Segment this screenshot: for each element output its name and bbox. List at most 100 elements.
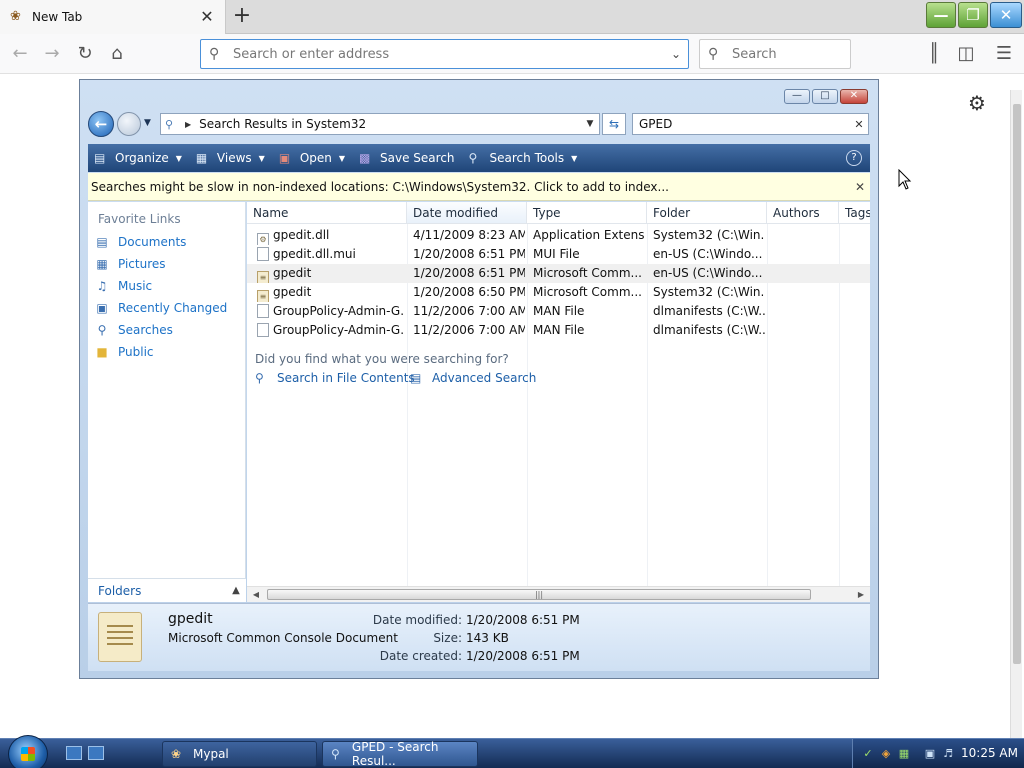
file-icon	[257, 247, 269, 261]
infobar-message: Searches might be slow in non-indexed lo…	[91, 179, 669, 194]
close-icon[interactable]: ✕	[850, 180, 870, 194]
network-icon[interactable]: ▦	[897, 747, 911, 761]
maximize-window-icon[interactable]: □	[812, 89, 838, 104]
reload-icon[interactable]: ↻	[73, 42, 97, 66]
column-header-date-modified[interactable]: Date modified	[407, 202, 527, 224]
search-icon: ⚲	[209, 46, 220, 62]
restore-window-icon[interactable]: ❐	[958, 2, 988, 28]
table-row-selected[interactable]: ≡ gpedit 1/20/2008 6:51 PM Microsoft Comm…	[247, 264, 870, 283]
security-icon[interactable]: ✓	[861, 747, 875, 761]
views-icon: ▦	[195, 151, 208, 165]
taskbar-item-mypal[interactable]: ❀ Mypal	[162, 741, 317, 767]
taskbar-item-explorer[interactable]: ⚲ GPED - Search Resul...	[322, 740, 478, 768]
url-bar[interactable]: ⚲ Search or enter address ⌄	[200, 39, 689, 69]
column-header-folder[interactable]: Folder	[647, 202, 767, 224]
close-window-icon[interactable]: ✕	[990, 2, 1022, 28]
explorer-window-controls: — □ ✕	[784, 89, 868, 104]
file-type: Microsoft Comm...	[533, 285, 642, 299]
page-scrollbar[interactable]	[1010, 90, 1022, 740]
minimize-window-icon[interactable]: —	[784, 89, 810, 104]
explorer-search-box[interactable]: GPED ✕	[632, 113, 869, 135]
help-icon[interactable]: ?	[846, 150, 862, 166]
table-row[interactable]: gpedit.dll.mui 1/20/2008 6:51 PM MUI Fil…	[247, 245, 870, 264]
show-desktop-icon[interactable]	[66, 746, 82, 760]
minimize-window-icon[interactable]: —	[926, 2, 956, 28]
nav-link-recently-changed[interactable]: ▣ Recently Changed	[94, 301, 227, 315]
start-button[interactable]	[8, 735, 48, 768]
switch-windows-icon[interactable]	[88, 746, 104, 760]
advanced-search-label: Advanced Search	[432, 371, 537, 385]
console-document-icon: ≡	[257, 290, 269, 302]
clear-search-icon[interactable]: ✕	[850, 118, 868, 131]
scroll-right-icon[interactable]: ▶	[854, 588, 868, 602]
chevron-up-icon[interactable]: ▲	[226, 585, 246, 596]
nav-link-label: Music	[118, 279, 153, 293]
table-row[interactable]: ≡ gpedit 1/20/2008 6:50 PM Microsoft Comm…	[247, 283, 870, 302]
file-name: gpedit.dll	[273, 228, 330, 242]
volume-icon[interactable]: ♬	[941, 747, 955, 761]
table-row[interactable]: GroupPolicy-Admin-G... 11/2/2006 7:00 AM…	[247, 302, 870, 321]
nav-link-public[interactable]: ■ Public	[94, 345, 153, 359]
close-window-icon[interactable]: ✕	[840, 89, 868, 104]
address-bar[interactable]: ⚲ ▶ Search Results in System32 ▼	[160, 113, 600, 135]
column-header-authors[interactable]: Authors	[767, 202, 839, 224]
column-header-tags[interactable]: Tags	[839, 202, 870, 224]
page-scroll-thumb[interactable]	[1013, 104, 1021, 664]
shield-icon[interactable]: ◈	[879, 747, 893, 761]
history-dropdown-icon[interactable]: ▼	[144, 118, 151, 128]
chevron-down-icon: ▼	[258, 153, 265, 163]
file-date: 1/20/2008 6:51 PM	[413, 247, 525, 261]
search-in-file-contents-link[interactable]: ⚲ Search in File Contents	[255, 371, 415, 385]
save-search-button[interactable]: ▩ Save Search	[359, 151, 455, 165]
file-name: gpedit.dll.mui	[273, 247, 356, 261]
search-input[interactable]: GPED	[639, 117, 850, 131]
nav-link-music[interactable]: ♫ Music	[94, 279, 153, 293]
file-folder: en-US (C:\Windo...	[653, 247, 763, 261]
open-button[interactable]: ▣ Open ▼	[279, 151, 345, 165]
home-icon[interactable]: ⌂	[105, 42, 129, 66]
gear-icon[interactable]: ⚙	[966, 92, 988, 114]
save-search-label: Save Search	[380, 151, 455, 165]
folders-toggle[interactable]: Folders ▲	[88, 578, 246, 602]
clock[interactable]: 10:25 AM	[961, 746, 1018, 760]
column-header-name[interactable]: Name	[247, 202, 407, 224]
index-infobar[interactable]: Searches might be slow in non-indexed lo…	[88, 173, 870, 201]
display-icon[interactable]: ▣	[923, 747, 937, 761]
tab-new-tab[interactable]: ❀ New Tab ✕	[0, 0, 226, 34]
nav-link-label: Recently Changed	[118, 301, 228, 315]
file-folder: dlmanifests (C:\W...	[653, 304, 765, 318]
nav-link-documents[interactable]: ▤ Documents	[94, 235, 186, 249]
column-header-type[interactable]: Type	[527, 202, 647, 224]
explorer-toolbar: ▤ Organize ▼ ▦ Views ▼ ▣ Open ▼ ▩ Save S…	[88, 144, 870, 172]
forward-arrow-icon[interactable]	[117, 112, 141, 136]
scroll-left-icon[interactable]: ◀	[249, 588, 263, 602]
horizontal-scroll-thumb[interactable]: |||	[267, 589, 811, 600]
back-arrow-icon[interactable]: ←	[88, 111, 114, 137]
hamburger-menu-icon[interactable]: ☰	[992, 42, 1016, 66]
library-icon[interactable]: ║	[922, 42, 946, 66]
refresh-icon[interactable]: ⇆	[602, 113, 626, 135]
address-dropdown-icon[interactable]: ▼	[581, 119, 599, 129]
views-button[interactable]: ▦ Views ▼	[196, 151, 265, 165]
close-tab-icon[interactable]: ✕	[197, 7, 217, 27]
chevron-down-icon[interactable]: ⌄	[664, 47, 688, 61]
advanced-search-link[interactable]: ▤ Advanced Search	[410, 371, 536, 385]
table-row[interactable]: ⚙ gpedit.dll 4/11/2009 8:23 AM Applicatio…	[247, 226, 870, 245]
sidebar-icon[interactable]: ◫	[954, 42, 978, 66]
new-tab-plus-icon[interactable]: +	[230, 4, 254, 28]
file-type: MAN File	[533, 323, 585, 337]
search-tools-button[interactable]: ⚲ Search Tools ▼	[469, 151, 578, 165]
nav-link-searches[interactable]: ⚲ Searches	[94, 323, 173, 337]
browser-search-field[interactable]: ⚲ Search	[699, 39, 851, 69]
organize-button[interactable]: ▤ Organize ▼	[94, 151, 182, 165]
breadcrumb-arrow-icon[interactable]: ▶	[185, 120, 191, 129]
nav-link-pictures[interactable]: ▦ Pictures	[94, 257, 165, 271]
table-row[interactable]: GroupPolicy-Admin-G... 11/2/2006 7:00 AM…	[247, 321, 870, 340]
horizontal-scrollbar[interactable]: ◀ ||| ▶	[247, 586, 870, 602]
file-date: 4/11/2009 8:23 AM	[413, 228, 525, 242]
folders-label: Folders	[98, 583, 142, 598]
music-icon: ♫	[96, 279, 108, 293]
row-name-cell: ⚙ gpedit.dll	[257, 226, 405, 245]
back-arrow-icon[interactable]: ←	[8, 42, 32, 66]
forward-arrow-icon[interactable]: →	[40, 42, 64, 66]
